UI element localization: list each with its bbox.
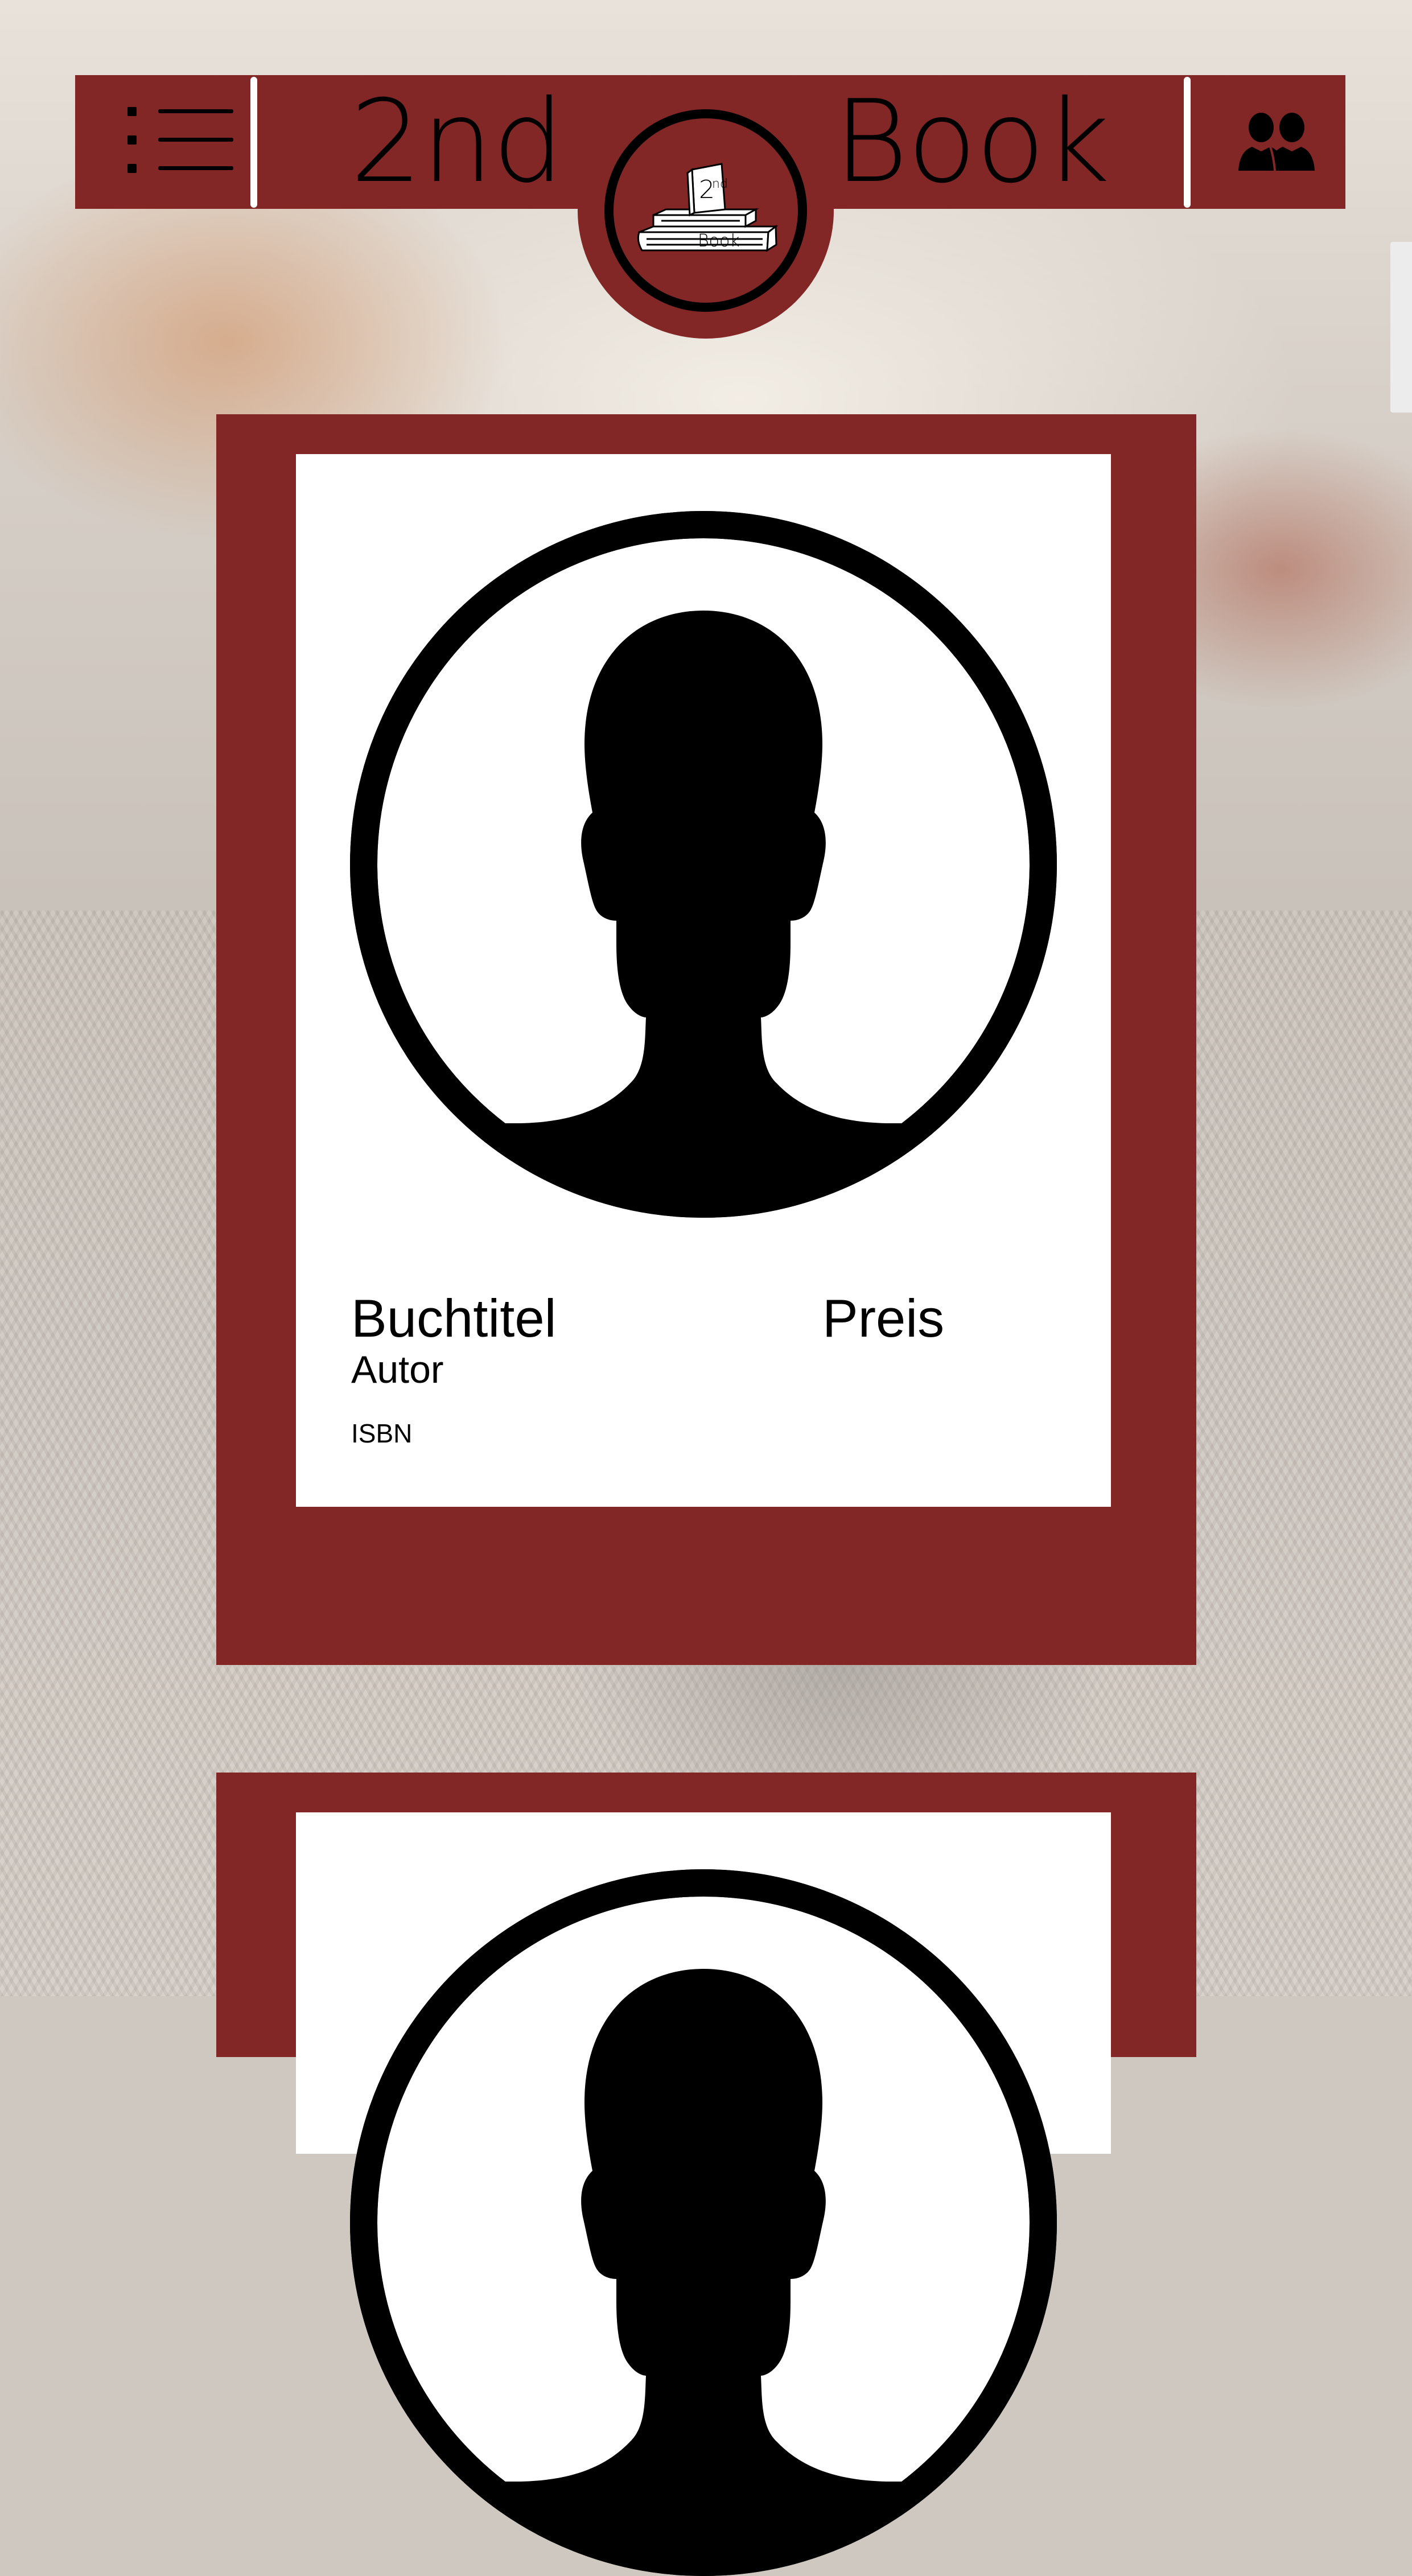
avatar-placeholder-icon (350, 511, 1057, 1218)
brand-name-right: Book (834, 76, 1110, 208)
users-button[interactable] (1234, 112, 1319, 172)
book-card[interactable] (216, 1773, 1196, 2576)
book-author: Autor (351, 1348, 444, 1391)
svg-text:nd: nd (712, 177, 728, 191)
book-isbn: ISBN (351, 1419, 413, 1448)
book-card-content: Buchtitel Preis Autor ISBN (296, 454, 1111, 1507)
avatar-placeholder-icon (350, 1869, 1057, 2576)
book-price: Preis (822, 1288, 945, 1348)
header-divider-right (1184, 77, 1191, 208)
brand-name-left: 2nd (350, 76, 565, 208)
book-card-content (296, 1812, 1111, 2576)
book-title: Buchtitel (351, 1288, 557, 1348)
header-divider-left (250, 77, 257, 208)
scrollbar-thumb[interactable] (1390, 242, 1412, 413)
logo-ring: 2 nd Book (604, 109, 807, 312)
svg-text:Book: Book (698, 231, 740, 251)
menu-button[interactable] (124, 101, 236, 180)
users-icon (1238, 113, 1315, 171)
book-stack-logo-icon: 2 nd Book (637, 163, 779, 252)
book-card[interactable]: Buchtitel Preis Autor ISBN (216, 414, 1196, 1665)
